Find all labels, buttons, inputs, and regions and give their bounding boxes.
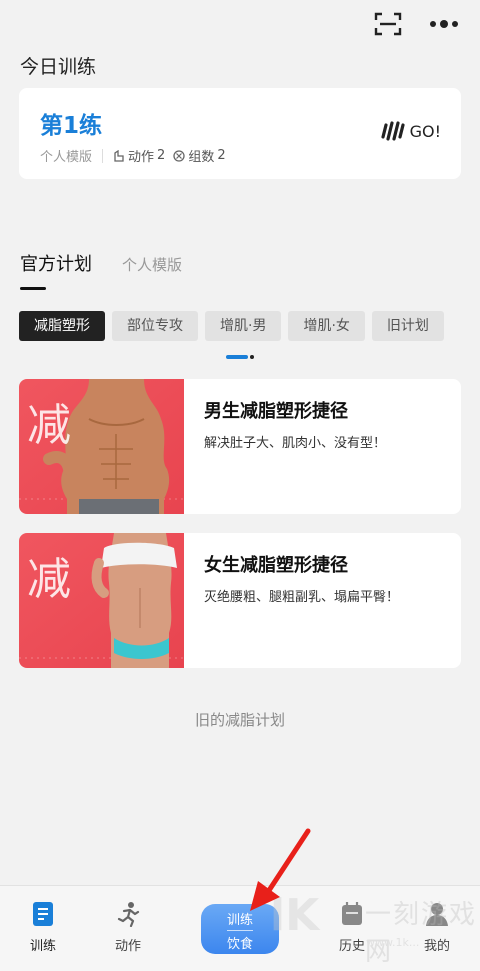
dumbbell-icon — [380, 121, 405, 141]
watermark-text: 一刻游戏网 — [365, 900, 478, 967]
training-meta: 个人模版 动作 2 组数 2 — [40, 146, 234, 165]
plan-image-male: 减 — [19, 379, 184, 514]
chip-muscle-female[interactable]: 增肌·女 — [288, 311, 365, 341]
training-name: 第1练 — [40, 113, 103, 139]
plan-card-female[interactable]: 减 女生减脂塑形捷径 灭绝腰粗、腿粗副乳、塌扁平臀！ — [19, 533, 461, 668]
center-diet-label: 饮食 — [226, 937, 253, 952]
sets-count: 组数 2 — [173, 146, 226, 165]
plan-card-male[interactable]: 减 男生减脂塑形捷径 解决肚子大、肌肉小、没有型！ — [19, 379, 461, 514]
go-button[interactable]: GO! — [380, 121, 441, 141]
old-plans-link[interactable]: 旧的减脂计划 — [0, 709, 480, 730]
top-bar — [0, 0, 480, 48]
plan-desc-male: 解决肚子大、肌肉小、没有型！ — [204, 436, 387, 451]
action-icon — [114, 149, 124, 162]
plan-badge-female: 减 — [27, 554, 71, 605]
actions-count: 动作 2 — [113, 146, 165, 165]
chip-body-part[interactable]: 部位专攻 — [112, 311, 198, 341]
scroll-indicator-dot — [250, 355, 254, 359]
plan-title-female: 女生减脂塑形捷径 — [204, 555, 348, 576]
template-label: 个人模版 — [40, 150, 93, 165]
go-label: GO! — [409, 121, 441, 141]
tab-personal-template[interactable]: 个人模版 — [122, 254, 182, 275]
center-divider — [227, 930, 253, 931]
today-training-card[interactable]: 第1练 个人模版 动作 2 组数 2 GO! — [19, 88, 461, 179]
tab-train[interactable]: 训练 — [13, 901, 73, 954]
meta-divider — [102, 148, 104, 163]
scan-icon[interactable] — [374, 11, 402, 37]
category-chips: 减脂塑形 部位专攻 增肌·男 增肌·女 旧计划 — [19, 311, 461, 341]
more-dots-icon[interactable] — [427, 14, 461, 34]
actions-value: 2 — [157, 148, 166, 163]
sets-value: 2 — [217, 148, 226, 163]
plan-desc-female: 灭绝腰粗、腿粗副乳、塌扁平臀！ — [204, 590, 400, 605]
scroll-indicator — [226, 355, 254, 359]
chip-fat-loss[interactable]: 减脂塑形 — [19, 311, 105, 341]
today-section-title: 今日训练 — [20, 56, 97, 78]
tab-underline — [20, 287, 46, 290]
chip-old-plan[interactable]: 旧计划 — [371, 311, 444, 341]
tab-action[interactable]: 动作 — [98, 901, 158, 954]
train-icon — [33, 902, 53, 926]
watermark-url: www.1k... — [366, 936, 420, 949]
plan-image-female: 减 — [19, 533, 184, 668]
plan-tabs: 官方计划 个人模版 — [20, 250, 182, 276]
sets-label: 组数 — [188, 150, 215, 165]
running-icon — [117, 902, 140, 928]
actions-label: 动作 — [128, 150, 155, 165]
plan-title-male: 男生减脂塑形捷径 — [204, 401, 348, 422]
tab-train-label: 训练 — [29, 939, 56, 954]
sets-icon — [173, 149, 185, 162]
scroll-indicator-bar — [226, 355, 248, 359]
plan-badge-male: 减 — [27, 400, 71, 451]
annotation-arrow — [250, 828, 311, 911]
tab-action-label: 动作 — [114, 939, 141, 954]
tab-official-plan[interactable]: 官方计划 — [20, 250, 92, 276]
chip-muscle-male[interactable]: 增肌·男 — [205, 311, 282, 341]
